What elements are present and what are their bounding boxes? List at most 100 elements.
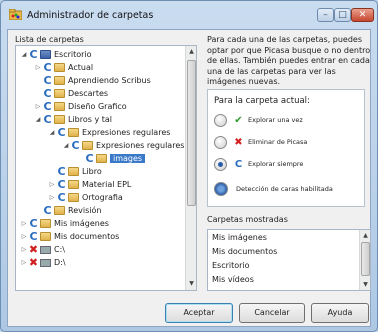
face-detection-status: Detección de caras habilitada <box>214 182 333 196</box>
option-remove[interactable]: ✖ Eliminar de Picasa <box>214 134 307 150</box>
expand-arrow-icon[interactable]: ▷ <box>34 100 42 113</box>
expand-arrow-icon[interactable]: ▷ <box>20 243 28 256</box>
x-icon: ✖ <box>234 136 243 148</box>
picasa-scan-icon: C <box>29 48 38 61</box>
folder-icon <box>68 167 79 176</box>
collapse-arrow-icon[interactable]: ◢ <box>62 139 70 152</box>
tree-item-escritorio[interactable]: ◢ C Escritorio <box>20 48 92 61</box>
scroll-down-arrow-icon[interactable]: ▼ <box>186 278 196 290</box>
folder-icon <box>54 115 65 124</box>
option-scan-always[interactable]: C Explorar siempre <box>214 156 303 172</box>
tree-item-libros-y-tal[interactable]: ◢ C Libros y tal <box>34 113 112 126</box>
tree-item-actual[interactable]: ▷ C Actual <box>34 61 93 74</box>
folder-tree[interactable]: ◢ C Escritorio ▷ C Actual C Aprendiendo … <box>15 45 197 291</box>
option-scan-once[interactable]: ✔ Explorar una vez <box>214 112 303 128</box>
options-title: Para la carpeta actual: <box>214 96 310 106</box>
help-description: Para cada una de las carpetas, puedes op… <box>207 35 371 86</box>
scroll-up-arrow-icon[interactable]: ▲ <box>186 46 196 58</box>
folder-icon <box>54 102 65 111</box>
tree-item-drive-c[interactable]: ▷ ✖ C:\ <box>20 243 65 256</box>
picasa-scan-icon: C <box>43 74 52 87</box>
list-item[interactable]: Escritorio <box>212 261 250 270</box>
minimize-button[interactable]: – <box>317 8 334 22</box>
folder-icon <box>54 76 65 85</box>
remove-radio[interactable] <box>214 135 227 149</box>
tree-item-libro[interactable]: C Libro <box>48 165 101 178</box>
tree-item-ortografia[interactable]: ▷ C Ortografia <box>48 191 123 204</box>
picasa-scan-icon: C <box>43 61 52 74</box>
picasa-scan-icon: C <box>57 191 66 204</box>
scrollbar-thumb[interactable] <box>187 60 196 206</box>
collapse-arrow-icon[interactable]: ◢ <box>34 113 42 126</box>
folder-icon <box>82 141 93 150</box>
face-detection-icon <box>214 182 228 196</box>
picasa-scan-icon: C <box>57 126 66 139</box>
drive-icon <box>40 245 51 254</box>
collapse-arrow-icon[interactable]: ◢ <box>48 126 56 139</box>
picasa-scan-icon: C <box>43 100 52 113</box>
scroll-up-arrow-icon[interactable]: ▲ <box>360 230 370 241</box>
expand-arrow-icon[interactable]: ▷ <box>20 256 28 269</box>
maximize-button[interactable]: □ <box>334 8 351 22</box>
list-item[interactable]: Mis documentos <box>212 247 277 256</box>
folder-icon <box>96 154 107 163</box>
close-button[interactable]: ✕ <box>351 8 374 22</box>
picasa-scan-icon: C <box>29 217 38 230</box>
app-folder-icon <box>9 9 22 20</box>
folder-icon <box>40 232 51 241</box>
folder-icon <box>68 193 79 202</box>
help-button[interactable]: Ayuda <box>311 303 369 323</box>
folder-icon <box>54 89 65 98</box>
tree-item-revision[interactable]: C Revisión <box>34 204 101 217</box>
collapse-arrow-icon[interactable]: ◢ <box>20 48 28 61</box>
shown-list-scrollbar[interactable]: ▲ ▼ <box>359 230 370 290</box>
x-icon: ✖ <box>28 256 39 269</box>
tree-item-mis-documentos[interactable]: ▷ C Mis documentos <box>20 230 120 243</box>
scrollbar-thumb[interactable] <box>361 242 370 276</box>
expand-arrow-icon[interactable]: ▷ <box>48 178 56 191</box>
shown-folders-list[interactable]: Mis imágenes Mis documentos Escritorio M… <box>207 229 371 291</box>
expand-arrow-icon[interactable]: ▷ <box>20 217 28 230</box>
picasa-scan-icon: C <box>57 178 66 191</box>
list-item[interactable]: Mis vídeos <box>212 275 254 284</box>
tree-item-mis-imagenes[interactable]: ▷ C Mis imágenes <box>20 217 109 230</box>
current-folder-options: Para la carpeta actual: ✔ Explorar una v… <box>207 89 365 207</box>
tree-item-material-epl[interactable]: ▷ C Material EPL <box>48 178 132 191</box>
tree-scrollbar[interactable]: ▲ ▼ <box>185 46 196 290</box>
tree-item-aprendiendo-scribus[interactable]: C Aprendiendo Scribus <box>34 74 150 87</box>
accept-button[interactable]: Aceptar <box>165 303 233 323</box>
expand-arrow-icon[interactable]: ▷ <box>20 230 28 243</box>
folder-icon <box>40 219 51 228</box>
folder-icon <box>68 128 79 137</box>
shown-folders-label: Carpetas mostradas <box>207 215 288 224</box>
desktop-folder-icon <box>40 50 51 59</box>
picasa-scan-icon: C <box>29 230 38 243</box>
window-title: Administrador de carpetas <box>27 10 154 21</box>
folder-icon <box>68 180 79 189</box>
tree-item-images[interactable]: C images <box>76 152 146 165</box>
picasa-scan-icon: C <box>43 87 52 100</box>
picasa-scan-icon: C <box>43 113 52 126</box>
scroll-down-arrow-icon[interactable]: ▼ <box>360 279 370 290</box>
drive-icon <box>40 258 51 267</box>
picasa-scan-icon: C <box>57 165 66 178</box>
cancel-button[interactable]: Cancelar <box>239 303 305 323</box>
expand-arrow-icon[interactable]: ▷ <box>48 191 56 204</box>
check-icon: ✔ <box>234 114 243 126</box>
folder-icon <box>54 63 65 72</box>
list-item[interactable]: Mis imágenes <box>212 233 267 242</box>
title-bar: Administrador de carpetas – □ ✕ <box>1 1 377 29</box>
scan-always-radio[interactable] <box>214 157 227 171</box>
tree-item-descartes[interactable]: C Descartes <box>34 87 108 100</box>
tree-item-drive-d[interactable]: ▷ ✖ D:\ <box>20 256 66 269</box>
folder-icon <box>54 206 65 215</box>
folder-list-label: Lista de carpetas <box>15 35 84 44</box>
tree-item-expresiones-regulares-sub[interactable]: ◢ C Expresiones regulares. <box>62 139 187 152</box>
tree-item-diseno-grafico[interactable]: ▷ C Diseño Grafico <box>34 100 127 113</box>
picasa-scan-icon: C <box>234 158 243 170</box>
tree-item-expresiones-regulares[interactable]: ◢ C Expresiones regulares <box>48 126 171 139</box>
picasa-scan-icon: C <box>71 139 80 152</box>
folder-manager-window: Administrador de carpetas – □ ✕ Lista de… <box>0 0 378 332</box>
expand-arrow-icon[interactable]: ▷ <box>34 61 42 74</box>
scan-once-radio[interactable] <box>214 113 227 127</box>
